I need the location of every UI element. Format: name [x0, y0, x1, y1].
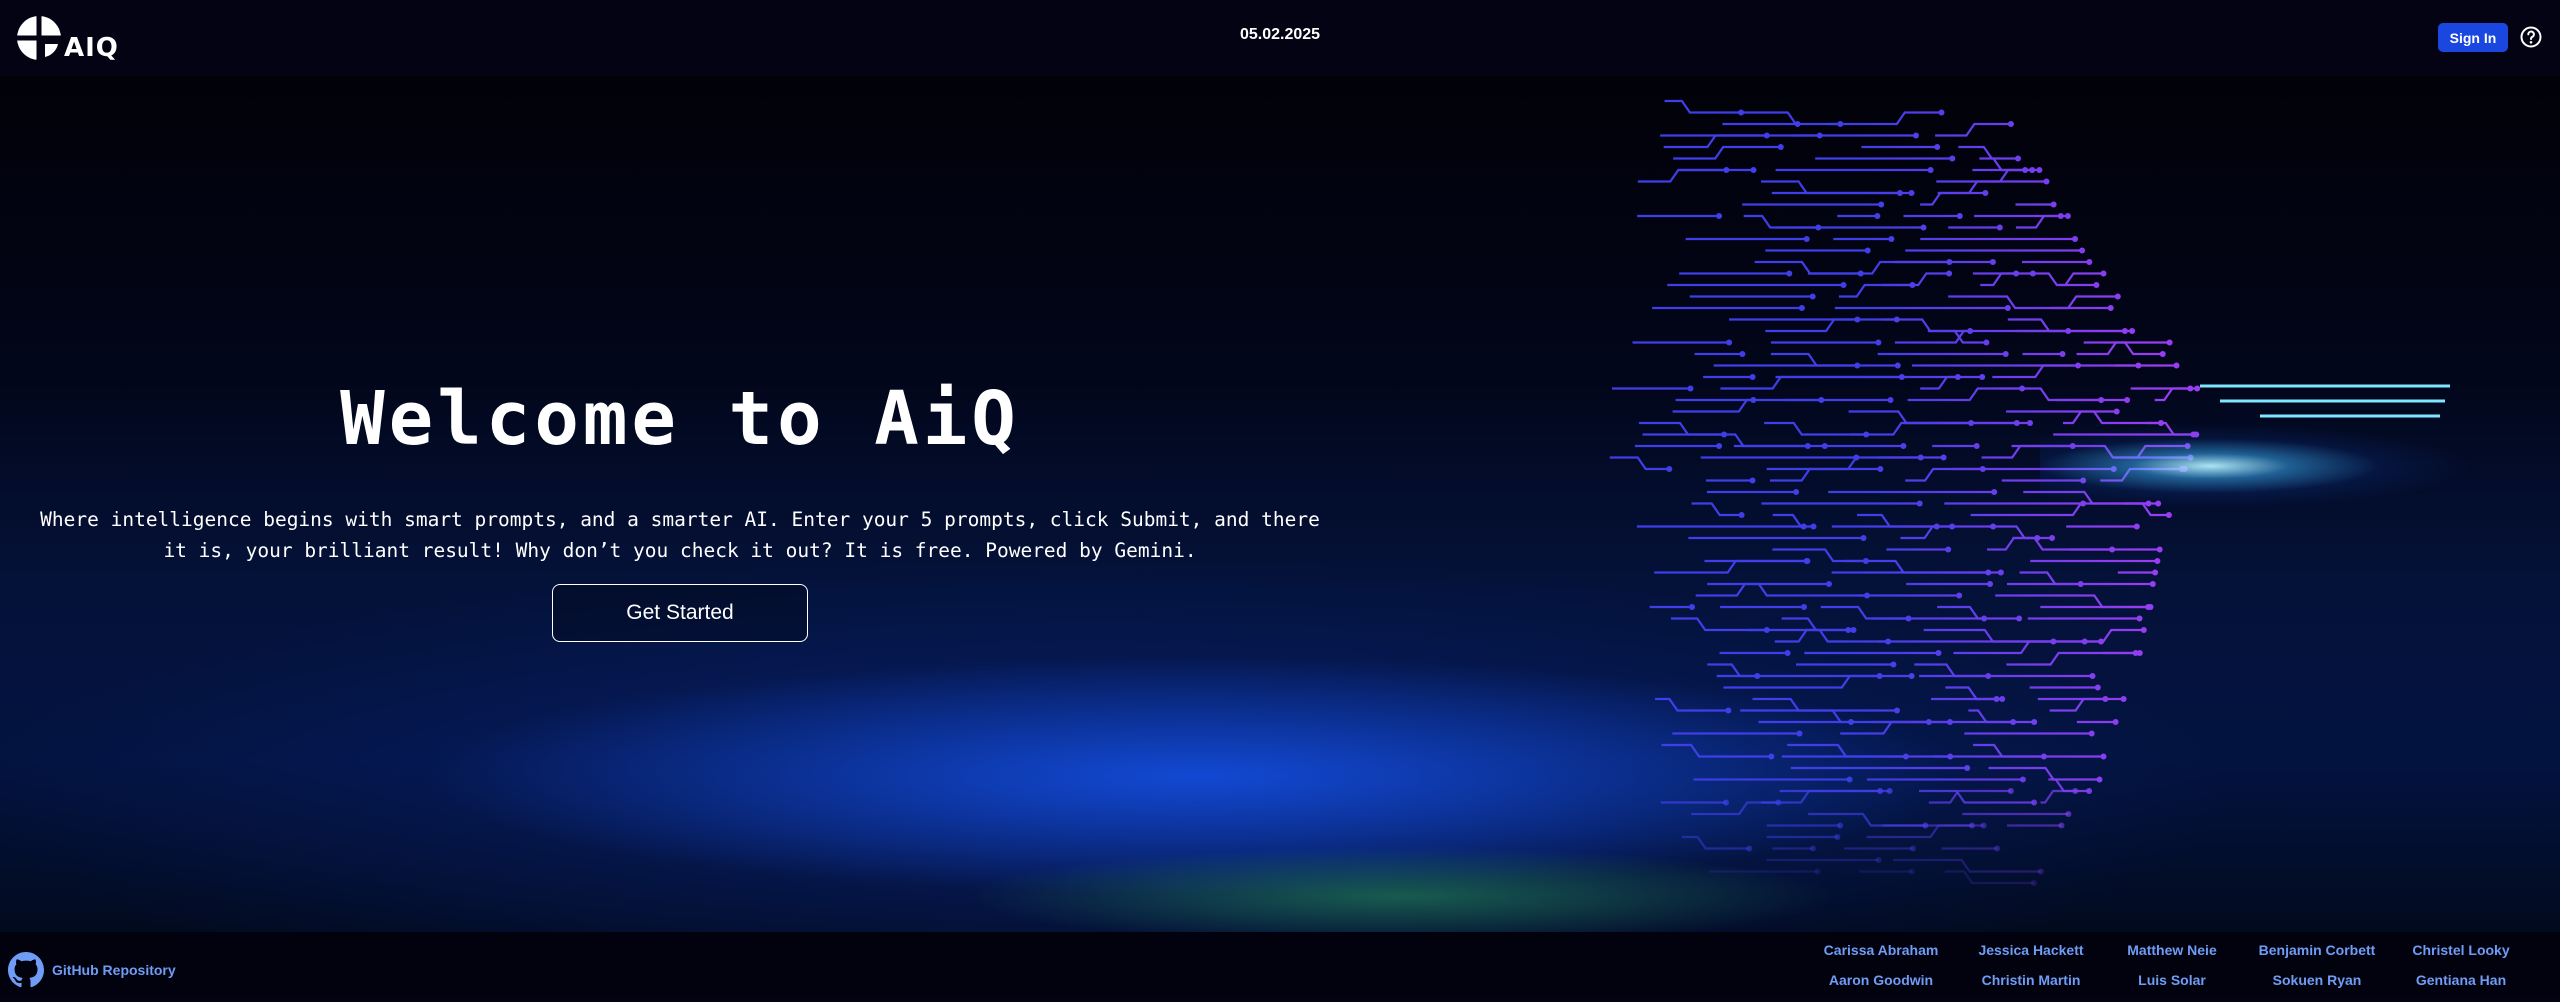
- question-circle-icon[interactable]: [2519, 25, 2543, 49]
- footer: GitHub Repository Carissa Abraham Aaron …: [0, 932, 2560, 994]
- current-date: 05.02.2025: [1239, 26, 1321, 43]
- contributors-column: Matthew Neie Luis Solar: [2097, 942, 2247, 1002]
- contributor-link[interactable]: Christel Looky: [2386, 942, 2536, 958]
- contributors-column: Christel Looky Gentiana Han: [2386, 942, 2536, 1002]
- get-started-button[interactable]: Get Started: [552, 584, 808, 642]
- github-repository-label: GitHub Repository: [52, 962, 176, 978]
- contributor-link[interactable]: Aaron Goodwin: [1806, 972, 1956, 988]
- contributor-link[interactable]: Carissa Abraham: [1806, 942, 1956, 958]
- hero-title: Welcome to AiQ: [340, 376, 1020, 462]
- contributor-link[interactable]: Luis Solar: [2097, 972, 2247, 988]
- top-bar: AIQ 05.02.2025 Sign In: [0, 0, 2560, 76]
- contributors-column: Benjamin Corbett Sokuen Ryan: [2242, 942, 2392, 1002]
- contributors-list: Carissa Abraham Aaron Goodwin Jessica Ha…: [1806, 942, 2526, 994]
- contributor-link[interactable]: Christin Martin: [1956, 972, 2106, 988]
- contributor-link[interactable]: Sokuen Ryan: [2242, 972, 2392, 988]
- logo-text: AIQ: [64, 33, 119, 63]
- github-repository-link[interactable]: GitHub Repository: [8, 952, 176, 988]
- light-beam: [2040, 406, 2560, 536]
- aiq-logo-icon: [16, 15, 62, 61]
- sign-in-button[interactable]: Sign In: [2438, 23, 2508, 52]
- contributors-column: Jessica Hackett Christin Martin: [1956, 942, 2106, 1002]
- hero-description: Where intelligence begins with smart pro…: [40, 508, 1320, 562]
- contributor-link[interactable]: Gentiana Han: [2386, 972, 2536, 988]
- github-icon: [8, 952, 44, 988]
- logo[interactable]: AIQ: [16, 14, 119, 63]
- contributor-link[interactable]: Benjamin Corbett: [2242, 942, 2392, 958]
- contributors-column: Carissa Abraham Aaron Goodwin: [1806, 942, 1956, 1002]
- hero-section: Welcome to AiQ Where intelligence begins…: [0, 76, 2560, 932]
- contributor-link[interactable]: Matthew Neie: [2097, 942, 2247, 958]
- contributor-link[interactable]: Jessica Hackett: [1956, 942, 2106, 958]
